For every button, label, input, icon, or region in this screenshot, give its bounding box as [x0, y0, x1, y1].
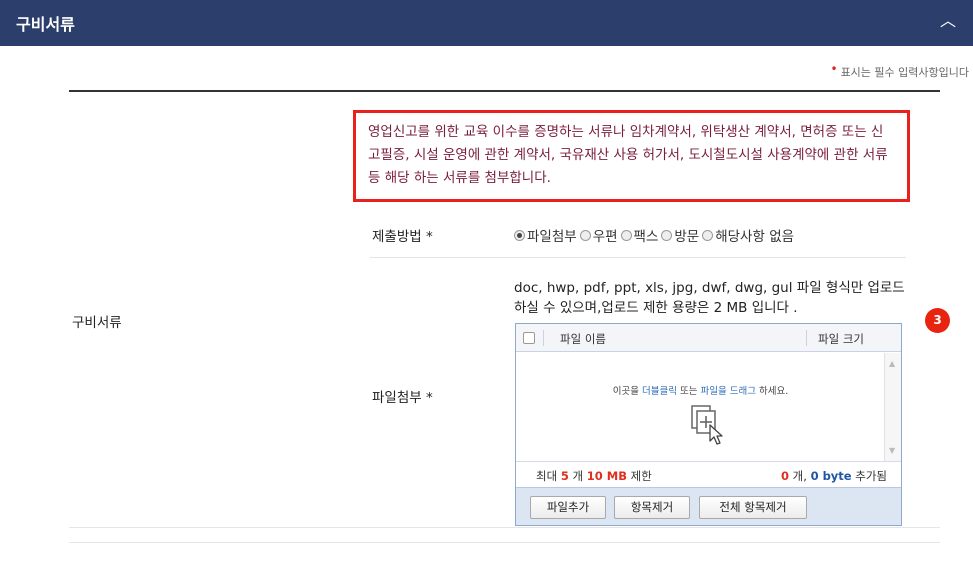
file-format-info: doc, hwp, pdf, ppt, xls, jpg, dwf, dwg, …	[514, 280, 905, 316]
top-divider	[69, 90, 940, 92]
added-suffix: 추가됨	[855, 469, 887, 483]
row-divider	[370, 257, 906, 258]
submission-method-radio-group: 파일첨부 우편 팩스 방문 해당사항 없음	[514, 225, 797, 245]
added-bytes: 0 byte	[810, 469, 852, 483]
drop-msg-highlight: 파일을 드래그	[700, 386, 756, 397]
upload-limit-text: 최대 5 개 10 MB 제한	[536, 468, 652, 484]
uploader-button-bar: 파일추가 항목제거 전체 항목제거	[516, 487, 901, 525]
documents-label: 구비서류	[72, 315, 122, 331]
radio-fax[interactable]: 팩스	[620, 225, 662, 245]
drop-msg-text: 또는	[676, 386, 701, 397]
upload-added-text: 0 개, 0 byte 추가됨	[781, 468, 887, 484]
radio-circle-selected[interactable]	[514, 229, 525, 241]
remove-all-button[interactable]: 전체 항목제거	[699, 496, 807, 519]
limit-count: 5	[560, 469, 569, 483]
limit-suffix: 제한	[630, 469, 652, 483]
row-divider	[69, 542, 940, 543]
column-divider	[543, 330, 544, 346]
radio-circle[interactable]	[702, 229, 714, 241]
radio-circle[interactable]	[661, 229, 673, 241]
radio-label: 해당사항 없음	[715, 229, 795, 245]
radio-label: 우편	[592, 229, 618, 245]
radio-visit[interactable]: 방문	[661, 225, 702, 245]
required-marker: •	[830, 62, 838, 76]
scroll-up-arrow-icon[interactable]: ▲	[889, 359, 895, 368]
radio-circle[interactable]	[620, 229, 632, 241]
added-unit: 개,	[792, 469, 807, 483]
limit-size: 10 MB	[586, 469, 627, 483]
file-list-scrollbar[interactable]: ▲ ▼	[884, 353, 901, 461]
notice-box: 영업신고를 위한 교육 이수를 증명하는 서류나 임차계약서, 위탁생산 계약서…	[353, 110, 910, 202]
file-list-header: 파일 이름 파일 크기	[516, 324, 901, 352]
file-attach-label: 파일첨부 *	[372, 390, 433, 406]
chevron-up-icon[interactable]: ︿	[937, 10, 959, 32]
required-note: • 표시는 필수 입력사항입니다	[830, 62, 969, 80]
radio-label: 팩스	[633, 229, 659, 245]
radio-label: 방문	[674, 229, 700, 245]
radio-not-applicable[interactable]: 해당사항 없음	[702, 225, 797, 245]
submission-method-label: 제출방법 *	[372, 229, 433, 245]
column-file-size[interactable]: 파일 크기	[818, 331, 864, 347]
drop-zone-message: 이곳을 더블클릭 또는 파일을 드래그 하세요.	[516, 383, 885, 397]
section-header: 구비서류 ︿	[0, 0, 973, 46]
added-count: 0	[780, 469, 789, 483]
limit-prefix: 최대	[536, 469, 558, 483]
row-divider	[69, 527, 940, 528]
radio-circle[interactable]	[579, 229, 591, 241]
scroll-down-arrow-icon[interactable]: ▼	[889, 446, 895, 455]
column-divider	[806, 330, 807, 346]
required-note-text: 표시는 필수 입력사항입니다	[840, 66, 969, 79]
radio-label: 파일첨부	[527, 229, 577, 245]
section-title: 구비서류	[16, 15, 75, 34]
add-file-button[interactable]: 파일추가	[530, 496, 606, 519]
step-badge: 3	[925, 308, 950, 333]
column-file-name[interactable]: 파일 이름	[560, 331, 606, 347]
remove-item-button[interactable]: 항목제거	[614, 496, 690, 519]
file-add-icon	[691, 405, 723, 445]
drop-msg-text: 이곳을	[612, 386, 642, 397]
radio-file-attach[interactable]: 파일첨부	[514, 225, 580, 245]
select-all-checkbox[interactable]	[523, 332, 535, 344]
upload-status-bar: 최대 5 개 10 MB 제한 0 개, 0 byte 추가됨	[516, 461, 901, 487]
drop-msg-text: 하세요.	[755, 386, 789, 397]
drop-msg-highlight: 더블클릭	[642, 386, 677, 397]
file-drop-zone[interactable]: 이곳을 더블클릭 또는 파일을 드래그 하세요.	[516, 353, 885, 461]
limit-unit: 개	[572, 469, 584, 483]
radio-mail[interactable]: 우편	[579, 225, 621, 245]
file-uploader: 파일 이름 파일 크기 이곳을 더블클릭 또는 파일을 드래그 하세요. ▲ ▼…	[515, 323, 902, 526]
